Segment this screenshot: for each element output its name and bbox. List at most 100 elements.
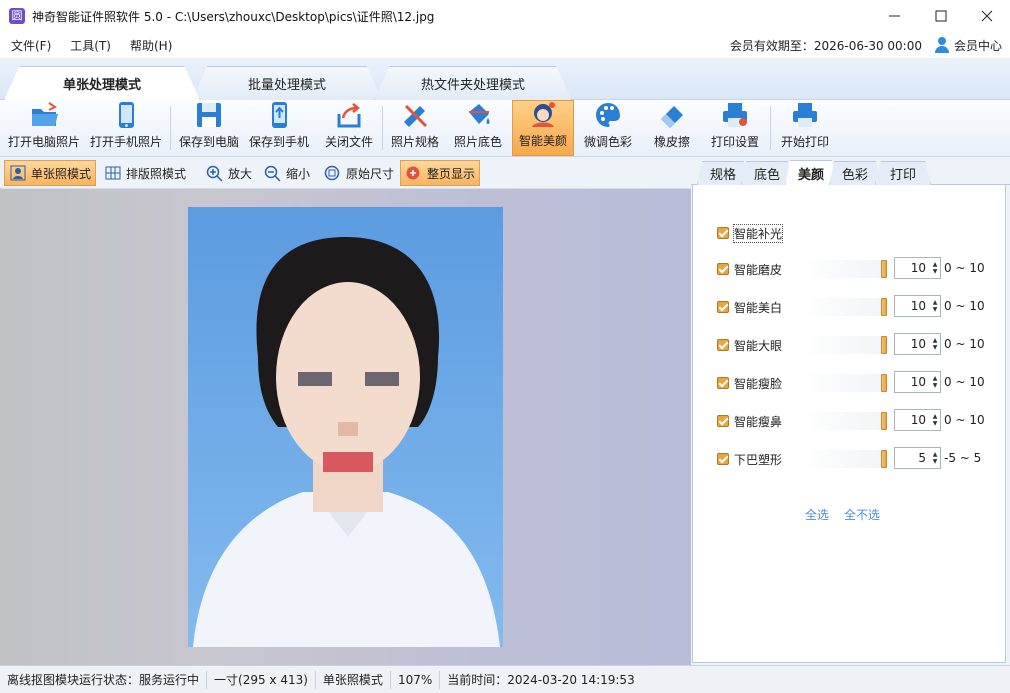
print-settings-button[interactable]: 打印设置 <box>704 100 766 156</box>
beauty-options: 智能补光 智能磨皮 10 ▲ ▼ 0 ~ 10 智能美白 10 ▲ ▼ 0 ~ 10 智… <box>692 185 1006 663</box>
select-none-link[interactable]: 全不选 <box>844 506 880 523</box>
main-toolbar: 打开电脑照片 打开手机照片 保存到电脑 保存到手机 关闭文件 照片规格 照片底色… <box>0 100 1010 157</box>
chin-shape-slider[interactable] <box>801 450 887 468</box>
photo-spec-button[interactable]: 照片规格 <box>386 100 444 156</box>
save-to-phone-button[interactable]: 保存到手机 <box>244 100 314 156</box>
big-eyes-slider-thumb[interactable] <box>881 336 887 354</box>
option-big-eyes[interactable]: 智能大眼 <box>717 335 782 355</box>
image-canvas[interactable] <box>0 189 691 665</box>
menu-help[interactable]: 帮助(H) <box>122 37 180 54</box>
photo-bg-label: 照片底色 <box>453 135 502 149</box>
zoom-out-button[interactable]: 缩小 <box>260 160 314 186</box>
spinner-arrows-icon[interactable]: ▲ ▼ <box>930 372 940 392</box>
actual-size-button[interactable]: 原始尺寸 <box>320 160 398 186</box>
start-print-button[interactable]: 开始打印 <box>774 100 836 156</box>
slim-nose-spinner[interactable]: 10 ▲ ▼ <box>894 409 941 431</box>
chin-shape-spinner[interactable]: 5 ▲ ▼ <box>894 447 941 469</box>
spinner-arrows-icon[interactable]: ▲ ▼ <box>930 410 940 430</box>
membership-expiry: 会员有效期至：2026-06-30 00:00 <box>729 38 922 53</box>
big-eyes-slider[interactable] <box>801 336 887 354</box>
toolbar-separator <box>382 106 383 150</box>
grid-icon <box>104 165 121 182</box>
slim-face-slider[interactable] <box>801 374 887 392</box>
slim-face-label: 智能瘦脸 <box>734 376 783 391</box>
select-all-link[interactable]: 全选 <box>805 506 829 523</box>
tab-hot-folder-mode[interactable]: 热文件夹处理模式 <box>374 66 572 100</box>
smart-beauty-button[interactable]: 智能美颜 <box>512 100 574 156</box>
fill-light-label: 智能补光 <box>732 223 784 243</box>
tab-beauty[interactable]: 美颜 <box>785 160 837 186</box>
zoom-in-button[interactable]: 放大 <box>202 160 256 186</box>
minimize-button[interactable] <box>872 0 918 32</box>
option-smooth-skin[interactable]: 智能磨皮 <box>717 259 782 279</box>
slim-nose-value[interactable]: 10 <box>895 413 930 427</box>
open-phone-photo-button[interactable]: 打开手机照片 <box>86 100 166 156</box>
portrait-icon <box>9 165 26 182</box>
print-settings-icon <box>720 100 750 130</box>
open-pc-photo-button[interactable]: 打开电脑照片 <box>4 100 84 156</box>
whiten-slider-thumb[interactable] <box>881 298 887 316</box>
spinner-arrows-icon[interactable]: ▲ ▼ <box>930 334 940 354</box>
option-chin-shape[interactable]: 下巴塑形 <box>717 449 782 469</box>
chin-shape-checkbox[interactable] <box>717 453 729 465</box>
slim-face-slider-thumb[interactable] <box>881 374 887 392</box>
spinner-arrows-icon[interactable]: ▲ ▼ <box>930 448 940 468</box>
id-photo[interactable] <box>188 207 503 647</box>
tab-print[interactable]: 打印 <box>875 161 931 185</box>
fill-light-checkbox[interactable] <box>717 227 729 239</box>
big-eyes-checkbox[interactable] <box>717 339 729 351</box>
member-center-link[interactable]: 会员中心 <box>954 37 1002 54</box>
smooth-skin-value[interactable]: 10 <box>895 261 930 275</box>
menu-bar: 文件(F) 工具(T) 帮助(H) 会员有效期至：2026-06-30 00:0… <box>0 32 1010 58</box>
smooth-skin-slider[interactable] <box>801 260 887 278</box>
tab-batch-mode[interactable]: 批量处理模式 <box>192 66 382 100</box>
smooth-skin-checkbox[interactable] <box>717 263 729 275</box>
fine-tune-color-button[interactable]: 微调色彩 <box>578 100 638 156</box>
chin-shape-label: 下巴塑形 <box>734 452 783 467</box>
user-icon[interactable] <box>934 37 950 53</box>
status-mode: 单张照模式 <box>316 670 391 689</box>
smooth-skin-range: 0 ~ 10 <box>944 261 985 275</box>
photo-bg-button[interactable]: 照片底色 <box>448 100 508 156</box>
menu-file[interactable]: 文件(F) <box>3 37 59 54</box>
slim-nose-slider[interactable] <box>801 412 887 430</box>
slim-face-spinner[interactable]: 10 ▲ ▼ <box>894 371 941 393</box>
spinner-arrows-icon[interactable]: ▲ ▼ <box>930 258 940 278</box>
tab-spec[interactable]: 规格 <box>697 161 749 185</box>
whiten-spinner[interactable]: 10 ▲ ▼ <box>894 295 941 317</box>
zoom-out-label: 缩小 <box>286 166 311 181</box>
slim-face-checkbox[interactable] <box>717 377 729 389</box>
whiten-checkbox[interactable] <box>717 301 729 313</box>
toolbar-separator <box>170 106 171 150</box>
slim-nose-slider-thumb[interactable] <box>881 412 887 430</box>
close-file-button[interactable]: 关闭文件 <box>318 100 380 156</box>
single-photo-mode-button[interactable]: 单张照模式 <box>4 160 97 186</box>
option-slim-face[interactable]: 智能瘦脸 <box>717 373 782 393</box>
tab-color[interactable]: 色彩 <box>829 161 881 185</box>
chin-shape-slider-thumb[interactable] <box>881 450 887 468</box>
fit-page-button[interactable]: 整页显示 <box>400 160 481 186</box>
eraser-button[interactable]: 橡皮擦 <box>644 100 700 156</box>
chin-shape-value[interactable]: 5 <box>895 451 930 465</box>
close-file-icon <box>334 100 364 130</box>
option-slim-nose[interactable]: 智能瘦鼻 <box>717 411 782 431</box>
layout-mode-button[interactable]: 排版照模式 <box>100 160 190 186</box>
tab-background[interactable]: 底色 <box>741 161 793 185</box>
slim-face-value[interactable]: 10 <box>895 375 930 389</box>
whiten-slider[interactable] <box>801 298 887 316</box>
smooth-skin-spinner[interactable]: 10 ▲ ▼ <box>894 257 941 279</box>
option-whiten[interactable]: 智能美白 <box>717 297 782 317</box>
big-eyes-value[interactable]: 10 <box>895 337 930 351</box>
option-fill-light[interactable]: 智能补光 <box>717 223 784 243</box>
maximize-button[interactable] <box>918 0 964 32</box>
save-to-pc-button[interactable]: 保存到电脑 <box>174 100 244 156</box>
slim-nose-checkbox[interactable] <box>717 415 729 427</box>
spinner-arrows-icon[interactable]: ▲ ▼ <box>930 296 940 316</box>
tab-single-mode[interactable]: 单张处理模式 <box>4 66 200 100</box>
title-bar: 圆 神奇智能证件照软件 5.0 - C:\Users\zhouxc\Deskto… <box>0 0 1010 32</box>
smooth-skin-slider-thumb[interactable] <box>881 260 887 278</box>
menu-tools[interactable]: 工具(T) <box>62 37 119 54</box>
close-window-button[interactable] <box>964 0 1010 32</box>
whiten-value[interactable]: 10 <box>895 299 930 313</box>
big-eyes-spinner[interactable]: 10 ▲ ▼ <box>894 333 941 355</box>
